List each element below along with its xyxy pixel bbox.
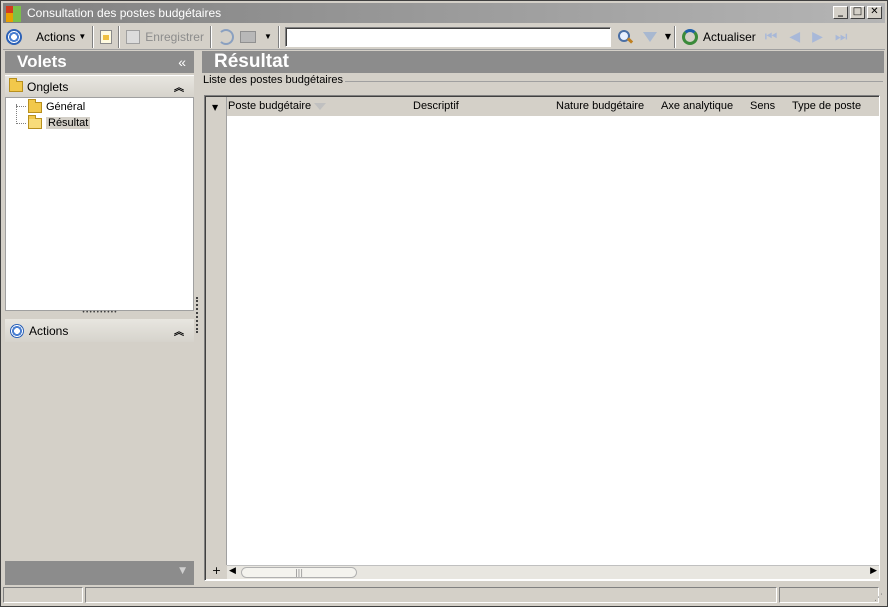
collapse-section-icon[interactable]: ︽ — [174, 79, 184, 94]
chevron-down-icon[interactable]: ▼ — [179, 566, 186, 576]
sync-icon — [217, 28, 234, 45]
menu-circle-icon — [6, 28, 22, 45]
column-header[interactable]: Axe analytique — [661, 100, 733, 112]
actions-menu-button[interactable]: Actions ▼ — [33, 26, 89, 48]
column-header-label: Poste budgétaire — [228, 100, 312, 112]
app-menu-button[interactable] — [3, 26, 25, 48]
new-document-icon — [100, 29, 113, 44]
tree-item-label: Résultat — [46, 117, 91, 129]
filter-dropdown-icon[interactable]: ▼ — [665, 32, 671, 41]
tabs-section-header[interactable]: Onglets ︽ — [5, 75, 194, 97]
tree-item-general[interactable]: Général — [28, 98, 86, 115]
group-label: Liste des postes budgétaires — [203, 74, 346, 86]
toolbar: Actions ▼ Enregistrer ▼ ▼ Actualiser ⏮ ◀… — [3, 24, 885, 50]
column-header[interactable]: Sens — [750, 100, 775, 112]
window-title: Consultation des postes budgétaires — [27, 6, 222, 20]
toolbar-separator — [92, 25, 95, 48]
scrollbar-thumb[interactable]: ||| — [241, 567, 357, 578]
panes-footer: ▼ — [5, 561, 194, 585]
new-document-button[interactable] — [97, 26, 115, 48]
folder-icon — [28, 98, 42, 113]
print-icon — [239, 30, 256, 43]
column-header[interactable]: Descriptif — [413, 100, 459, 112]
scroll-right-icon[interactable]: ▶ — [870, 566, 877, 576]
main-window: Consultation des postes budgétaires _ □ … — [0, 0, 888, 607]
refresh-button[interactable]: Actualiser — [679, 26, 759, 48]
save-button[interactable]: Enregistrer — [123, 26, 207, 48]
print-button[interactable]: ▼ — [237, 26, 275, 48]
tree-item-label: Général — [46, 101, 86, 113]
status-bar: ⋰ — [3, 587, 885, 605]
actions-menu-label: Actions — [36, 29, 76, 44]
sort-icon — [314, 102, 327, 110]
refresh-label: Actualiser — [703, 29, 756, 44]
last-record-icon[interactable]: ⏭ — [835, 29, 848, 45]
search-icon[interactable] — [617, 29, 633, 45]
panes-title: Volets — [17, 52, 67, 71]
refresh-icon — [682, 28, 699, 45]
column-header[interactable]: Poste budgétaire — [228, 100, 327, 112]
chevron-down-icon: ▼ — [263, 32, 272, 41]
tree-item-resultat[interactable]: Résultat — [28, 114, 91, 131]
toolbar-separator — [674, 25, 677, 48]
collapse-panes-icon[interactable]: « — [178, 54, 186, 70]
first-record-icon[interactable]: ⏮ — [765, 29, 778, 45]
filter-icon[interactable] — [642, 31, 657, 42]
panes-header: Volets « — [5, 51, 194, 73]
grid-menu-icon[interactable]: ▼ — [212, 103, 218, 112]
collapse-section-icon[interactable]: ︽ — [174, 323, 184, 338]
tabs-section-label: Onglets — [27, 79, 69, 94]
data-grid[interactable]: ▼ Poste budgétaire Descriptif Nature bud… — [204, 95, 880, 581]
minimize-button[interactable]: _ — [833, 6, 848, 19]
horizontal-scrollbar[interactable]: ◀ ||| ▶ — [227, 565, 879, 579]
column-header[interactable]: Type de poste — [792, 100, 861, 112]
app-logo-icon — [6, 4, 24, 22]
sync-button[interactable] — [215, 26, 237, 48]
maximize-button[interactable]: □ — [850, 6, 865, 19]
section-splitter[interactable]: •••••••••• — [5, 310, 194, 317]
status-cell — [3, 587, 83, 603]
tabs-tree: Général Résultat — [5, 97, 194, 311]
page-title-text: Résultat — [214, 51, 289, 72]
panel-splitter[interactable] — [196, 297, 200, 333]
resize-grip-icon[interactable]: ⋰ — [874, 593, 883, 603]
chevron-down-icon: ▼ — [78, 32, 87, 41]
save-label: Enregistrer — [145, 29, 204, 44]
previous-record-icon[interactable]: ◀ — [789, 29, 800, 45]
toolbar-separator — [277, 25, 280, 48]
actions-section-label: Actions — [29, 323, 69, 338]
close-button[interactable]: ✕ — [867, 6, 882, 19]
scroll-left-icon[interactable]: ◀ — [229, 566, 236, 576]
folder-icon — [9, 78, 23, 92]
toolbar-separator — [209, 25, 212, 48]
add-row-icon[interactable]: + — [206, 565, 227, 579]
column-header[interactable]: Nature budgétaire — [556, 100, 644, 112]
page-title: Résultat — [202, 51, 884, 73]
actions-circle-icon — [10, 323, 24, 338]
grid-header: Poste budgétaire Descriptif Nature budgé… — [227, 97, 879, 116]
save-icon — [126, 29, 141, 44]
actions-section-header[interactable]: Actions ︽ — [5, 319, 194, 342]
toolbar-separator — [118, 25, 121, 48]
next-record-icon[interactable]: ▶ — [812, 29, 823, 45]
title-bar: Consultation des postes budgétaires _ □ … — [3, 3, 885, 23]
open-folder-icon — [28, 114, 42, 129]
status-cell — [779, 587, 879, 603]
row-header-column: ▼ — [206, 97, 227, 567]
group-divider — [341, 81, 883, 82]
search-input[interactable] — [284, 26, 611, 47]
status-cell — [85, 587, 777, 603]
